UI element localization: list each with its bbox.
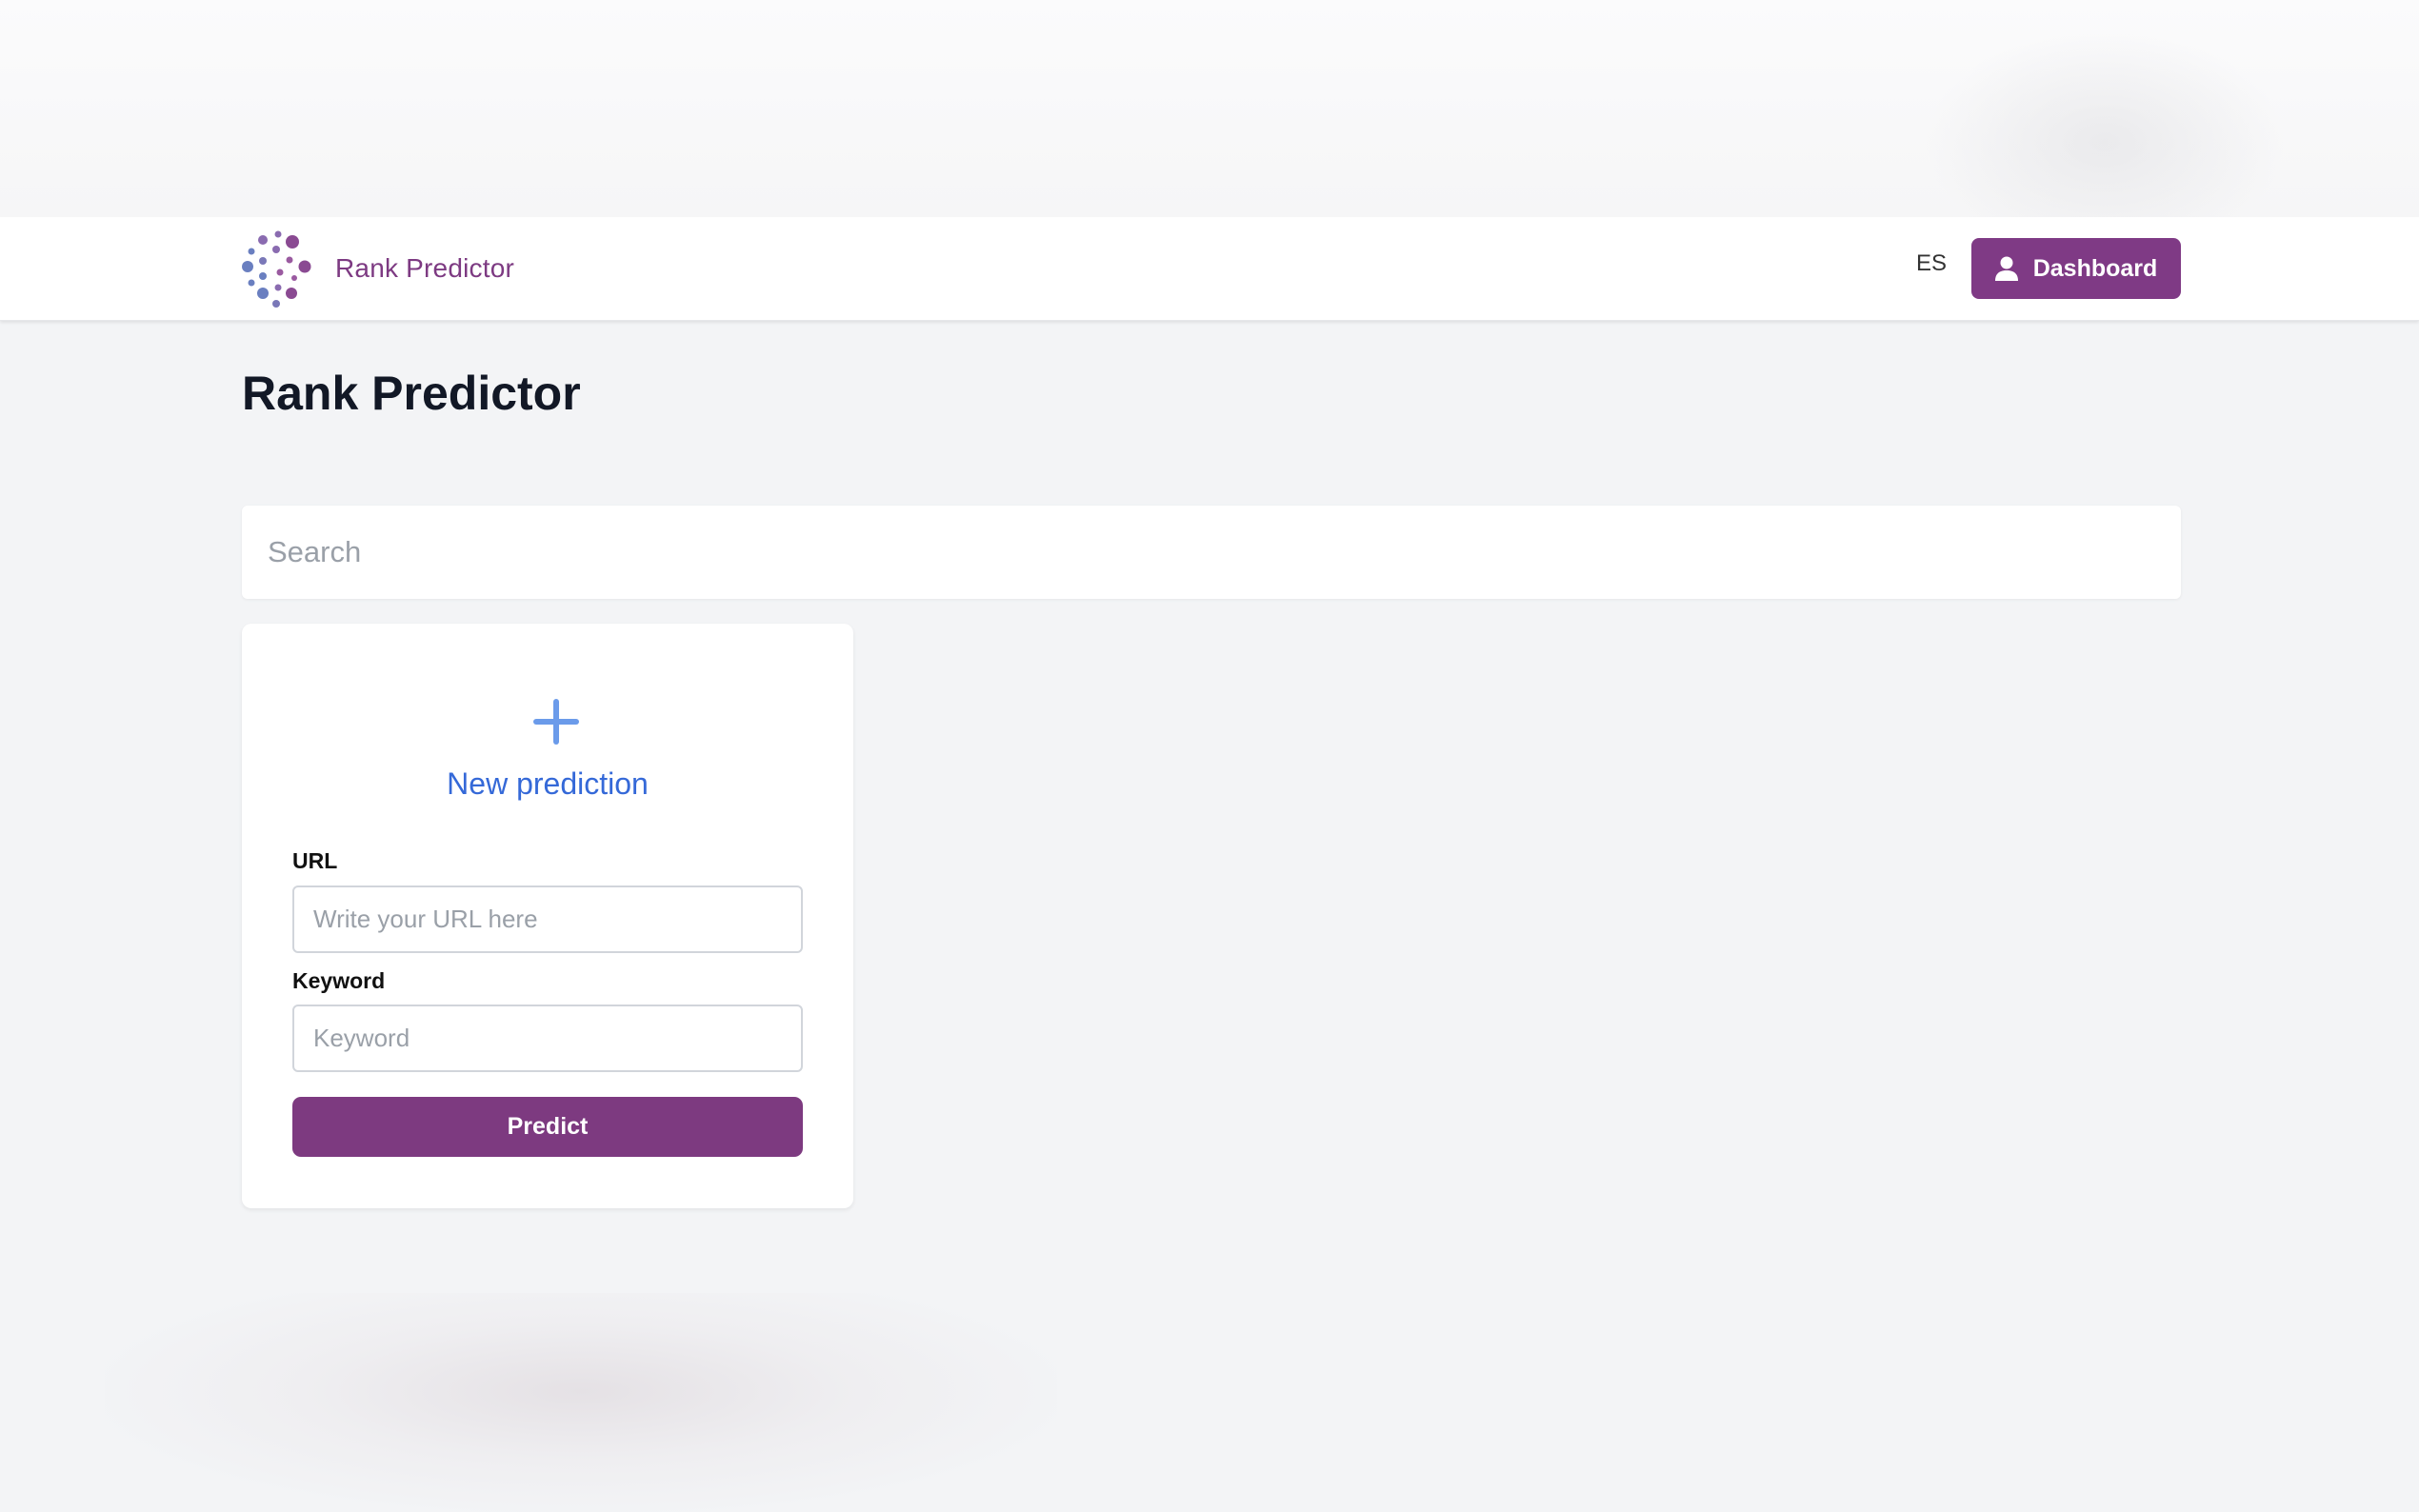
dashboard-button[interactable]: Dashboard <box>1971 238 2181 299</box>
search-input[interactable] <box>242 506 2181 599</box>
brand-link[interactable]: Rank Predictor <box>242 227 514 310</box>
background-shadow-bottom <box>105 1293 1057 1512</box>
user-icon <box>1994 256 2018 281</box>
keyword-input[interactable] <box>292 1005 803 1072</box>
brand-name: Rank Predictor <box>335 253 514 283</box>
logo-dots-icon <box>242 229 314 308</box>
navbar-inner: Rank Predictor ES Dashboard <box>242 217 2181 320</box>
new-prediction-card: New prediction URL Keyword Predict <box>242 624 853 1208</box>
navbar: Rank Predictor ES Dashboard <box>0 217 2419 321</box>
search-bar <box>242 506 2181 599</box>
predict-button[interactable]: Predict <box>292 1097 803 1157</box>
plus-icon[interactable] <box>530 696 582 752</box>
url-label: URL <box>292 848 338 873</box>
keyword-label: Keyword <box>292 968 386 993</box>
url-input[interactable] <box>292 885 803 953</box>
language-toggle[interactable]: ES <box>1916 250 1947 277</box>
new-prediction-title[interactable]: New prediction <box>242 766 853 802</box>
dashboard-button-label: Dashboard <box>2032 254 2158 282</box>
page-title: Rank Predictor <box>242 367 581 420</box>
